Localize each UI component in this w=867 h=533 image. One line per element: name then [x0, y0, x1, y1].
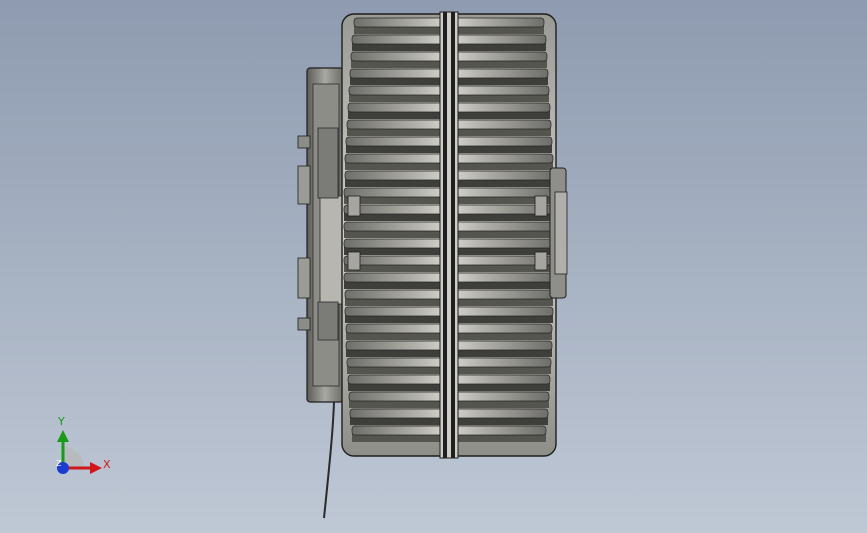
left-flange — [297, 67, 344, 403]
y-axis-label: Y — [58, 415, 65, 428]
y-axis-arrow — [57, 430, 69, 442]
3d-viewport[interactable] — [0, 0, 867, 533]
x-axis-arrow — [90, 462, 102, 474]
lead-wire — [323, 401, 335, 519]
coordinate-triad — [57, 430, 102, 474]
x-axis-label: X — [103, 458, 111, 471]
center-split — [439, 11, 459, 459]
z-axis-label: Z — [56, 459, 62, 468]
